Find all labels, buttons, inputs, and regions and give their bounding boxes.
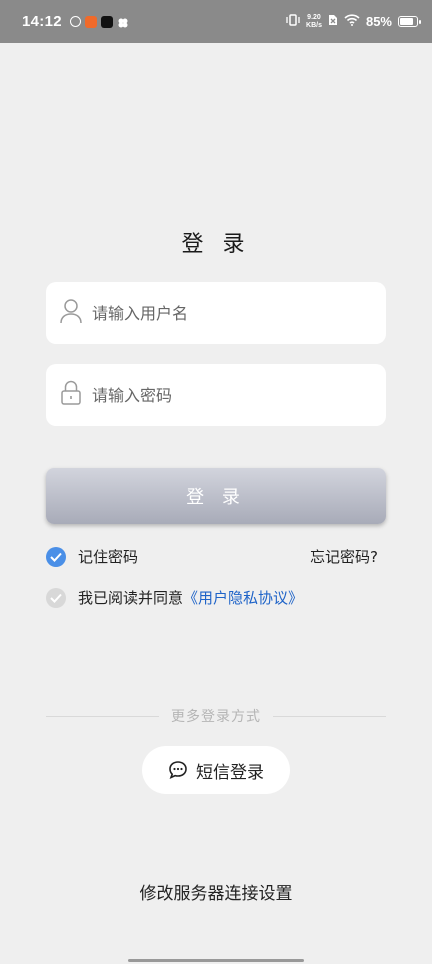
login-button[interactable]: 登 录 [46, 468, 386, 524]
sim-icon [328, 14, 338, 29]
divider-line [46, 715, 159, 717]
forgot-password-link[interactable]: 忘记密码? [310, 546, 378, 567]
status-time: 14:12 [22, 13, 62, 30]
home-indicator[interactable] [128, 959, 304, 962]
user-icon [60, 298, 82, 328]
agreement-row[interactable]: 我已阅读并同意 《用户隐私协议》 [46, 587, 303, 608]
sms-login-button[interactable]: 短信登录 [142, 746, 290, 794]
wifi-icon [344, 14, 360, 29]
network-speed-unit: KB/s [306, 21, 322, 29]
network-speed: 9.20 KB/s [306, 14, 322, 30]
clover-icon [117, 16, 129, 28]
app-notification-icon [69, 16, 81, 27]
lock-icon [60, 380, 82, 410]
remember-password-row[interactable]: 记住密码 [46, 546, 138, 567]
agreement-checkbox[interactable] [46, 587, 66, 608]
taobao-icon [84, 15, 97, 28]
network-speed-value: 9.20 [307, 13, 321, 21]
tiktok-icon [100, 15, 113, 28]
remember-checkbox[interactable] [46, 546, 66, 567]
agreement-text: 我已阅读并同意 [78, 589, 184, 607]
privacy-policy-link[interactable]: 《用户隐私协议》 [183, 587, 303, 608]
message-icon [168, 760, 188, 780]
password-input[interactable] [90, 384, 344, 406]
server-settings-link[interactable]: 修改服务器连接设置 [0, 879, 432, 904]
more-login-label: 更多登录方式 [171, 709, 261, 725]
password-field[interactable] [46, 364, 386, 426]
username-field[interactable] [46, 282, 386, 344]
page-title: 登 录 [181, 232, 251, 257]
more-login-divider: 更多登录方式 [46, 706, 386, 726]
remember-label: 记住密码 [78, 548, 139, 566]
battery-percent: 85% [365, 14, 392, 29]
username-input[interactable] [90, 302, 344, 324]
sms-login-label: 短信登录 [196, 762, 264, 783]
vibrate-icon [286, 14, 300, 29]
status-bar: 14:12 9.20 KB/s 85% [0, 0, 432, 43]
check-icon [50, 593, 62, 603]
battery-icon [398, 16, 421, 27]
battery-fill [400, 18, 414, 25]
check-icon [50, 552, 62, 562]
status-right: 9.20 KB/s 85% [286, 14, 421, 30]
notification-icons [69, 15, 129, 28]
divider-line [273, 715, 386, 717]
